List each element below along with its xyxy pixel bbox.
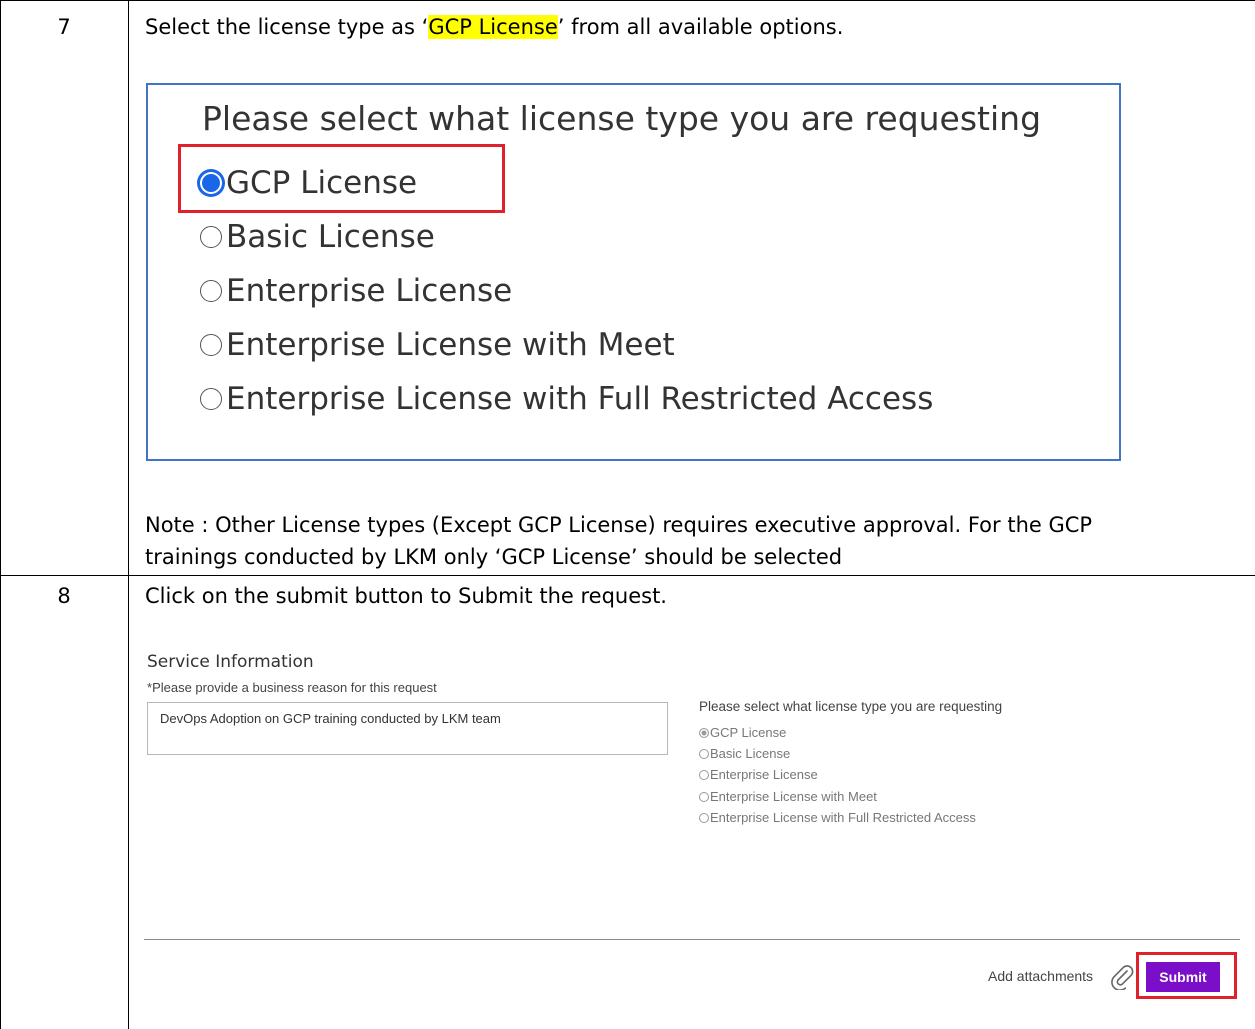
license-option-label: Enterprise License with Meet (226, 327, 675, 363)
license-option-label: GCP License (710, 725, 787, 740)
license-option-enterprise-meet[interactable]: Enterprise License with Meet (200, 327, 675, 363)
instruction-suffix: ’ from all available options. (557, 15, 844, 39)
license-option-enterprise-full[interactable]: Enterprise License with Full Restricted … (699, 810, 976, 825)
license-option-basic[interactable]: Basic License (200, 219, 435, 255)
instruction-prefix: Select the license type as ‘ (145, 15, 429, 39)
license-option-label: Enterprise License with Meet (710, 789, 877, 804)
note-line-1: Note : Other License types (Except GCP L… (145, 513, 1093, 537)
license-option-label: Basic License (226, 219, 435, 255)
paperclip-icon[interactable] (1107, 962, 1135, 990)
radio-unselected-icon (699, 791, 709, 802)
radio-unselected-icon (699, 812, 709, 823)
radio-unselected-icon (200, 388, 222, 410)
step-instruction: Click on the submit button to Submit the… (145, 584, 667, 608)
form-footer-divider (144, 939, 1240, 940)
table-border-top (0, 0, 1255, 1)
license-option-label: Enterprise License (226, 273, 513, 309)
submit-button[interactable]: Submit (1146, 962, 1220, 992)
reason-label-text: Please provide a business reason for thi… (152, 680, 437, 695)
section-title: Service Information (147, 652, 314, 672)
license-option-gcp[interactable]: GCP License (699, 725, 786, 740)
radio-selected-icon (699, 727, 709, 738)
radio-unselected-icon (200, 280, 222, 302)
table-border-left (0, 0, 1, 1029)
license-option-label: Enterprise License (710, 767, 818, 782)
step-number: 7 (57, 15, 71, 39)
zoomed-license-panel: Please select what license type you are … (146, 83, 1121, 461)
license-option-label: Enterprise License with Full Restricted … (226, 381, 934, 417)
radio-unselected-icon (699, 769, 709, 780)
license-option-enterprise-full[interactable]: Enterprise License with Full Restricted … (200, 381, 933, 417)
reason-label: *Please provide a business reason for th… (147, 680, 437, 695)
license-option-enterprise-meet[interactable]: Enterprise License with Meet (699, 789, 877, 804)
add-attachments-link[interactable]: Add attachments (988, 968, 1093, 984)
table-column-divider (128, 0, 129, 1029)
callout-box-gcp (178, 144, 505, 213)
license-option-enterprise[interactable]: Enterprise License (699, 767, 818, 782)
license-option-label: Enterprise License with Full Restricted … (710, 810, 976, 825)
step-number: 8 (57, 584, 71, 608)
radio-unselected-icon (200, 226, 222, 248)
license-option-label: Basic License (710, 746, 791, 761)
license-option-basic[interactable]: Basic License (699, 746, 790, 761)
step-instruction: Select the license type as ‘GCP License’… (145, 15, 843, 39)
license-question: Please select what license type you are … (202, 99, 1042, 138)
license-question: Please select what license type you are … (699, 699, 1003, 714)
highlighted-term: GCP License (428, 15, 558, 39)
note-line-2: trainings conducted by LKM only ‘GCP Lic… (145, 545, 843, 569)
radio-unselected-icon (699, 748, 709, 759)
table-row-divider (0, 575, 1255, 576)
business-reason-field[interactable]: DevOps Adoption on GCP training conducte… (147, 702, 668, 755)
radio-unselected-icon (200, 334, 222, 356)
license-option-enterprise[interactable]: Enterprise License (200, 273, 512, 309)
